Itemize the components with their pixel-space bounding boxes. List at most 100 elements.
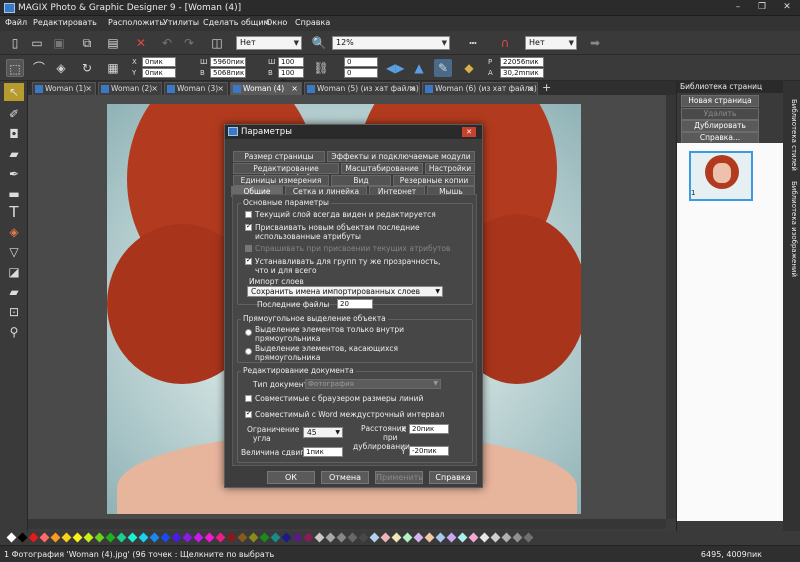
eraser-tool-icon[interactable]: ▰ xyxy=(4,145,24,163)
close-tab-icon[interactable]: × xyxy=(527,83,534,95)
color-swatch[interactable] xyxy=(270,532,281,543)
rectangle-tool-icon[interactable]: ▬ xyxy=(4,185,24,203)
import-layers-combo[interactable]: Сохранить имена импортированных слоев ▼ xyxy=(247,286,443,297)
rotation-field[interactable]: 0 xyxy=(344,57,378,67)
color-swatch[interactable] xyxy=(523,532,534,543)
width-field[interactable]: 5960пик xyxy=(210,57,246,67)
paste-icon[interactable]: ▤ xyxy=(104,34,122,52)
color-swatch[interactable] xyxy=(292,532,303,543)
color-swatch[interactable] xyxy=(303,532,314,543)
vertical-scrollbar[interactable] xyxy=(666,95,676,519)
tab-photo-editing[interactable]: Редактирование фотографий xyxy=(233,163,339,182)
tab-scaling[interactable]: Масштабирование xyxy=(341,163,423,174)
arrow-right-icon[interactable]: ➡ xyxy=(586,34,604,52)
tab-backups[interactable]: Резервные копии xyxy=(393,175,475,186)
page-thumbnail[interactable] xyxy=(689,151,753,201)
crop-tool-icon[interactable]: ⊡ xyxy=(4,303,24,321)
menu-arrange[interactable]: Расположить xyxy=(108,18,164,27)
document-type-combo[interactable]: Фотография ▼ xyxy=(305,379,441,389)
tag-icon[interactable]: ◆ xyxy=(460,59,478,77)
close-tab-icon[interactable]: × xyxy=(291,83,298,95)
color-swatch[interactable] xyxy=(446,532,457,543)
close-icon[interactable]: ✕ xyxy=(775,1,799,14)
angle-constraint-combo[interactable]: 45 ▼ xyxy=(303,427,343,438)
browser-lines-checkbox[interactable] xyxy=(245,395,252,402)
color-swatch[interactable] xyxy=(402,532,413,543)
recent-files-field[interactable]: 20 xyxy=(337,299,373,309)
menu-file[interactable]: Файл xyxy=(5,18,27,27)
pen-tool-icon[interactable]: ✒ xyxy=(4,165,24,183)
color-swatch[interactable] xyxy=(281,532,292,543)
fill-tool-icon[interactable]: ◈ xyxy=(4,223,24,241)
tab-view[interactable]: Вид xyxy=(331,175,391,186)
word-spacing-checkbox[interactable] xyxy=(245,409,252,418)
color-swatch[interactable] xyxy=(413,532,424,543)
color-swatch[interactable] xyxy=(149,532,160,543)
pen-icon[interactable]: ✎ xyxy=(434,59,452,77)
close-tab-icon[interactable]: × xyxy=(85,83,92,95)
color-swatch[interactable] xyxy=(391,532,402,543)
color-swatch[interactable] xyxy=(501,532,512,543)
new-file-icon[interactable]: ▯ xyxy=(6,34,24,52)
color-swatch[interactable] xyxy=(479,532,490,543)
grid-icon[interactable]: ▦ xyxy=(104,59,122,77)
tab-woman-5[interactable]: Woman (5) (из хат файла)* × xyxy=(304,82,420,95)
brush-tool-icon[interactable]: ✐ xyxy=(4,105,24,123)
color-swatch[interactable] xyxy=(424,532,435,543)
color-swatch[interactable] xyxy=(248,532,259,543)
magnet-icon[interactable]: ∩ xyxy=(496,34,514,52)
tab-woman-2[interactable]: Woman (2) × xyxy=(98,82,162,95)
color-swatch[interactable] xyxy=(336,532,347,543)
color-swatch[interactable] xyxy=(116,532,127,543)
zoom-icon[interactable]: 🔍 xyxy=(310,34,328,52)
delete-icon[interactable]: ✕ xyxy=(132,34,150,52)
dup-y-field[interactable]: -20пик xyxy=(409,446,449,456)
close-tab-icon[interactable]: × xyxy=(409,83,416,95)
close-tab-icon[interactable]: × xyxy=(217,83,224,95)
add-tab-icon[interactable]: + xyxy=(542,81,551,94)
menu-edit[interactable]: Редактировать xyxy=(33,18,97,27)
color-swatch[interactable] xyxy=(204,532,215,543)
color-swatch[interactable] xyxy=(215,532,226,543)
tab-woman-4[interactable]: Woman (4) × xyxy=(230,82,302,95)
minimize-icon[interactable]: – xyxy=(726,1,750,14)
bevel-tool-icon[interactable]: ▰ xyxy=(4,283,24,301)
photo-tool-icon[interactable]: ◘ xyxy=(4,125,24,143)
menu-share[interactable]: Сделать общим xyxy=(203,18,270,27)
color-swatch[interactable] xyxy=(314,532,325,543)
x-position-field[interactable]: 0пик xyxy=(142,57,176,67)
color-swatch[interactable] xyxy=(512,532,523,543)
dup-x-field[interactable]: 20пик xyxy=(409,424,449,434)
lock-aspect-icon[interactable]: ⛓ xyxy=(312,59,330,77)
select-inside-radio[interactable] xyxy=(245,329,252,336)
outline-combo[interactable]: Нет ▼ xyxy=(525,36,577,50)
zoom-combo[interactable]: 12% ▼ xyxy=(332,36,450,50)
assign-attributes-checkbox[interactable] xyxy=(245,222,252,231)
menu-window[interactable]: Окно xyxy=(266,18,287,27)
tab-units[interactable]: Единицы измерения xyxy=(233,175,329,186)
zoom-tool-icon[interactable]: ⚲ xyxy=(4,323,24,341)
delete-page-button[interactable]: Удалить xyxy=(681,108,759,120)
maximize-icon[interactable]: ❐ xyxy=(750,1,774,14)
horizontal-scrollbar[interactable] xyxy=(28,519,666,529)
color-swatch[interactable] xyxy=(193,532,204,543)
height-percent-field[interactable]: 100 % xyxy=(278,68,304,86)
select-touching-radio[interactable] xyxy=(245,348,252,355)
y-position-field[interactable]: 0пик xyxy=(142,68,176,78)
color-swatch[interactable] xyxy=(325,532,336,543)
color-swatch[interactable] xyxy=(105,532,116,543)
color-swatch[interactable] xyxy=(182,532,193,543)
color-swatch[interactable] xyxy=(83,532,94,543)
close-tab-icon[interactable]: × xyxy=(151,83,158,95)
color-swatch[interactable] xyxy=(380,532,391,543)
ask-attributes-checkbox[interactable] xyxy=(245,245,252,252)
width-percent-field[interactable]: 100 % xyxy=(278,57,304,75)
color-swatch[interactable] xyxy=(347,532,358,543)
text-tool-icon[interactable]: T xyxy=(4,203,24,221)
color-swatch[interactable] xyxy=(94,532,105,543)
group-transparency-checkbox[interactable] xyxy=(245,256,252,265)
tab-settings[interactable]: Настройки xyxy=(425,163,475,174)
open-folder-icon[interactable]: ▭ xyxy=(28,34,46,52)
color-swatch[interactable] xyxy=(28,532,39,543)
redo-icon[interactable]: ↷ xyxy=(180,34,198,52)
